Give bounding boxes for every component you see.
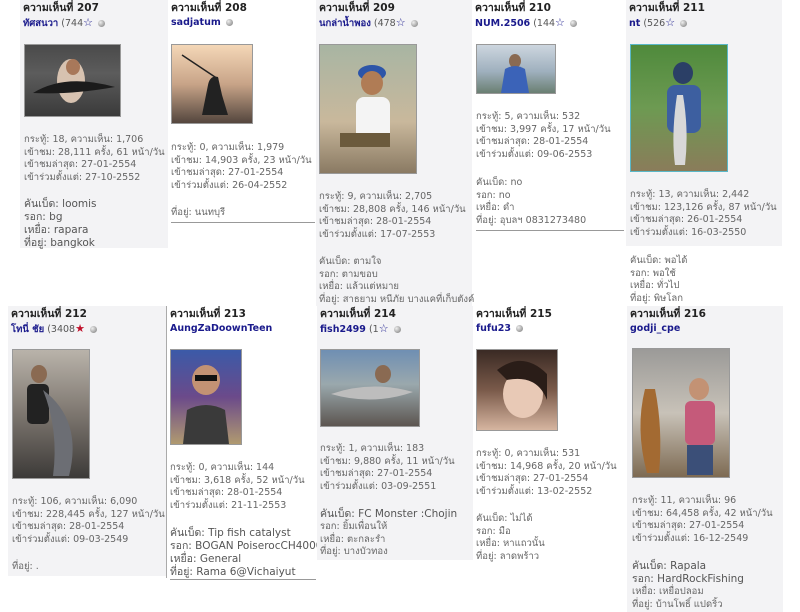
gear-info-215: คันเบ็ด: ไม่ได้ รอก: มือ เหยื่อ: หาแถวนั้น… bbox=[476, 513, 545, 562]
gear-info-210: คันเบ็ด: no รอก: no เหยื่อ: ดำ ที่อยู่: อุบ… bbox=[476, 177, 587, 226]
user-line: fufu23 bbox=[476, 322, 624, 335]
comment-title: ความเห็นที่ 210 bbox=[475, 2, 551, 14]
user-line: sadjatum bbox=[171, 16, 313, 29]
online-status-icon bbox=[569, 20, 577, 27]
post-count: (1 bbox=[368, 324, 379, 335]
comment-title: ความเห็นที่ 213 bbox=[170, 308, 246, 320]
avatar[interactable] bbox=[630, 44, 728, 172]
rank-star-icon: ☆ bbox=[83, 16, 94, 29]
user-stats-214: กระทู้: 1, ความเห็น: 183 เข้าชม: 9,880 คร… bbox=[320, 443, 455, 492]
rank-star-icon: ☆ bbox=[555, 16, 565, 29]
gear-info-207: คันเบ็ด: loomis รอก: bg เหยื่อ: rapara ที่อ… bbox=[24, 198, 97, 249]
avatar[interactable] bbox=[320, 349, 420, 427]
comment-title: ความเห็นที่ 214 bbox=[320, 308, 396, 320]
avatar-fish-icon bbox=[33, 59, 115, 103]
gear-info-208: ที่อยู่: นนทบุรี bbox=[171, 207, 226, 218]
user-line: AungZaDoownTeen bbox=[170, 322, 314, 335]
avatar[interactable] bbox=[476, 349, 558, 431]
online-status-icon bbox=[98, 20, 106, 27]
gear-info-213: คันเบ็ด: Tip fish catalyst รอก: BOGAN Poi… bbox=[170, 527, 323, 578]
user-stats-211: กระทู้: 13, ความเห็น: 2,442 เข้าชม: 123,1… bbox=[630, 189, 777, 238]
avatar-person-icon bbox=[183, 365, 229, 444]
username-link[interactable]: AungZaDoownTeen bbox=[170, 323, 272, 334]
avatar[interactable] bbox=[12, 349, 90, 479]
online-status-icon bbox=[90, 326, 98, 333]
avatar[interactable] bbox=[170, 349, 242, 445]
user-stats-210: กระทู้: 5, ความเห็น: 532 เข้าชม: 3,997 คร… bbox=[476, 111, 611, 160]
user-stats-216: กระทู้: 11, ความเห็น: 96 เข้าชม: 64,458 ค… bbox=[632, 495, 773, 544]
avatar[interactable] bbox=[319, 44, 417, 174]
user-line: นกล่าน้ำพอง (478☆ bbox=[319, 16, 469, 30]
gear-info-216: คันเบ็ด: Rapala รอก: HardRockFishing เหยื่… bbox=[632, 560, 744, 610]
user-stats-208: กระทู้: 0, ความเห็น: 1,979 เข้าชม: 14,903… bbox=[171, 142, 312, 191]
avatar-person-icon bbox=[501, 54, 529, 93]
user-stats-207: กระทู้: 18, ความเห็น: 1,706 เข้าชม: 28,11… bbox=[24, 134, 165, 183]
username-link[interactable]: sadjatum bbox=[171, 17, 221, 28]
user-line: fish2499 (1☆ bbox=[320, 322, 470, 336]
divider bbox=[170, 579, 316, 580]
user-stats-209: กระทู้: 9, ความเห็น: 2,705 เข้าชม: 28,808… bbox=[319, 191, 466, 240]
rank-star-icon: ☆ bbox=[665, 16, 676, 29]
username-link[interactable]: นกล่าน้ำพอง bbox=[319, 18, 371, 29]
divider bbox=[171, 222, 315, 223]
rank-star-icon: ☆ bbox=[395, 16, 406, 29]
online-status-icon bbox=[410, 20, 418, 27]
avatar-silhouette-icon bbox=[181, 54, 228, 115]
username-link[interactable]: fish2499 bbox=[320, 324, 366, 335]
user-line: NUM.2506 (144☆ bbox=[475, 16, 623, 30]
comment-title: ความเห็นที่ 216 bbox=[630, 308, 706, 320]
user-line: ทัศสนวา (744☆ bbox=[23, 16, 165, 30]
online-status-icon bbox=[680, 20, 688, 27]
comment-title: ความเห็นที่ 211 bbox=[629, 2, 705, 14]
comment-title: ความเห็นที่ 209 bbox=[319, 2, 395, 14]
comment-title: ความเห็นที่ 215 bbox=[476, 308, 552, 320]
user-line: godji_cpe bbox=[630, 322, 780, 335]
avatar[interactable] bbox=[632, 348, 730, 478]
avatar[interactable] bbox=[476, 44, 556, 94]
online-status-icon bbox=[225, 19, 233, 26]
rank-star-icon: ☆ bbox=[378, 322, 389, 335]
post-count: (478 bbox=[373, 18, 396, 29]
avatar-fish-icon bbox=[667, 62, 701, 165]
online-status-icon bbox=[393, 326, 401, 333]
username-link[interactable]: fufu23 bbox=[476, 323, 511, 334]
rank-star-icon: ★ bbox=[75, 322, 85, 335]
post-count: (3408 bbox=[47, 324, 76, 335]
user-stats-215: กระทู้: 0, ความเห็น: 531 เข้าชม: 14,968 ค… bbox=[476, 448, 617, 497]
username-link[interactable]: nt bbox=[629, 18, 640, 29]
gear-info-214: คันเบ็ด: FC Monster :Chojin รอก: ยิ้มเพื่… bbox=[320, 508, 458, 557]
post-count: (744 bbox=[61, 18, 84, 29]
user-line: โทนี่ ชัย (3408★ bbox=[11, 322, 163, 336]
avatar-person-icon bbox=[340, 65, 390, 147]
avatar-fish-icon bbox=[27, 365, 73, 476]
comment-title: ความเห็นที่ 212 bbox=[11, 308, 87, 320]
online-status-icon bbox=[516, 325, 524, 332]
post-count: (526 bbox=[643, 18, 666, 29]
avatar-fish-icon bbox=[640, 378, 715, 475]
post-count: (144 bbox=[533, 18, 556, 29]
avatar[interactable] bbox=[24, 44, 121, 117]
username-link[interactable]: godji_cpe bbox=[630, 323, 680, 334]
gear-info-212: ที่อยู่: . bbox=[12, 561, 39, 572]
comment-title: ความเห็นที่ 207 bbox=[23, 2, 99, 14]
divider bbox=[476, 230, 624, 231]
username-link[interactable]: โทนี่ ชัย bbox=[11, 324, 44, 335]
username-link[interactable]: ทัศสนวา bbox=[23, 18, 58, 29]
user-stats-213: กระทู้: 0, ความเห็น: 144 เข้าชม: 3,618 คร… bbox=[170, 462, 305, 511]
comment-title: ความเห็นที่ 208 bbox=[171, 2, 247, 14]
avatar[interactable] bbox=[171, 44, 253, 124]
user-line: nt (526☆ bbox=[629, 16, 779, 30]
avatar-fish-icon bbox=[331, 365, 413, 400]
username-link[interactable]: NUM.2506 bbox=[475, 18, 530, 29]
avatar-person-icon bbox=[497, 360, 547, 418]
gear-info-211: คันเบ็ด: พอได้ รอก: พอใช้ เหยื่อ: ทั่วไป ที… bbox=[630, 255, 688, 304]
gear-info-209: คันเบ็ด: ตามใจ รอก: ตามขอบ เหยื่อ: แล้วแต่… bbox=[319, 256, 475, 305]
user-stats-212: กระทู้: 106, ความเห็น: 6,090 เข้าชม: 228,… bbox=[12, 496, 165, 545]
